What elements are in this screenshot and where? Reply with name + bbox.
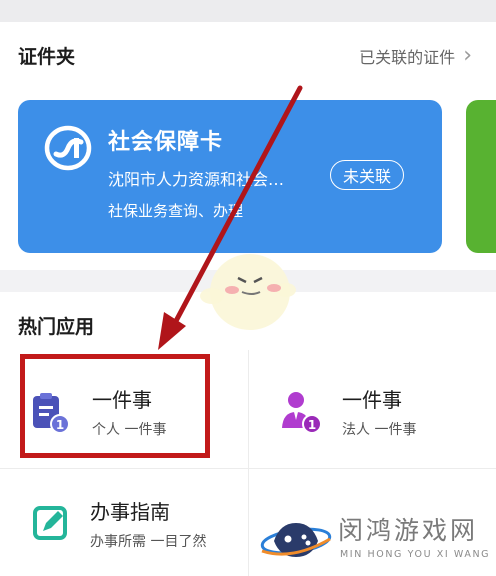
card-description: 社保业务查询、办理 (108, 202, 244, 220)
divider (0, 468, 496, 469)
social-security-card[interactable]: 社会保障卡 沈阳市人力资源和社会… 未关联 社保业务查询、办理 (18, 100, 442, 253)
app-subtitle: 办事所需 一目了然 (90, 534, 207, 550)
svg-text:1: 1 (308, 418, 316, 432)
app-tile-guide[interactable]: 办事指南 办事所需 一目了然 (32, 496, 206, 551)
app-title: 办事指南 (90, 500, 170, 524)
linked-certificates-link[interactable]: 已关联的证件 › (359, 44, 472, 68)
certificates-title: 证件夹 (18, 46, 76, 68)
watermark-subtitle: MIN HONG YOU XI WANG (340, 549, 491, 560)
gamepad-logo-icon (260, 523, 332, 557)
app-title: 一件事 (342, 388, 402, 412)
top-strip (0, 0, 496, 22)
divider (248, 350, 249, 576)
hot-apps-title: 热门应用 (18, 316, 95, 338)
card-org: 沈阳市人力资源和社会… (108, 170, 285, 189)
linked-certificates-label: 已关联的证件 (359, 48, 456, 67)
app-tile-corporate[interactable]: 1 一件事 法人 一件事 (282, 384, 416, 439)
card-title: 社会保障卡 (108, 130, 224, 155)
edit-note-icon (33, 505, 67, 540)
mascot-sticker (200, 254, 296, 330)
highlight-box (20, 354, 210, 458)
app-subtitle: 法人 一件事 (342, 422, 417, 438)
watermark: 闵鸿游戏网 MIN HONG YOU XI WANG (258, 505, 496, 575)
chevron-right-icon: › (463, 43, 472, 68)
watermark-title: 闵鸿游戏网 (338, 516, 479, 545)
next-card-peek[interactable] (466, 100, 496, 253)
unlinked-badge[interactable]: 未关联 (330, 160, 405, 190)
corporate-user-icon: 1 (282, 391, 322, 434)
social-security-logo-icon (44, 125, 92, 171)
